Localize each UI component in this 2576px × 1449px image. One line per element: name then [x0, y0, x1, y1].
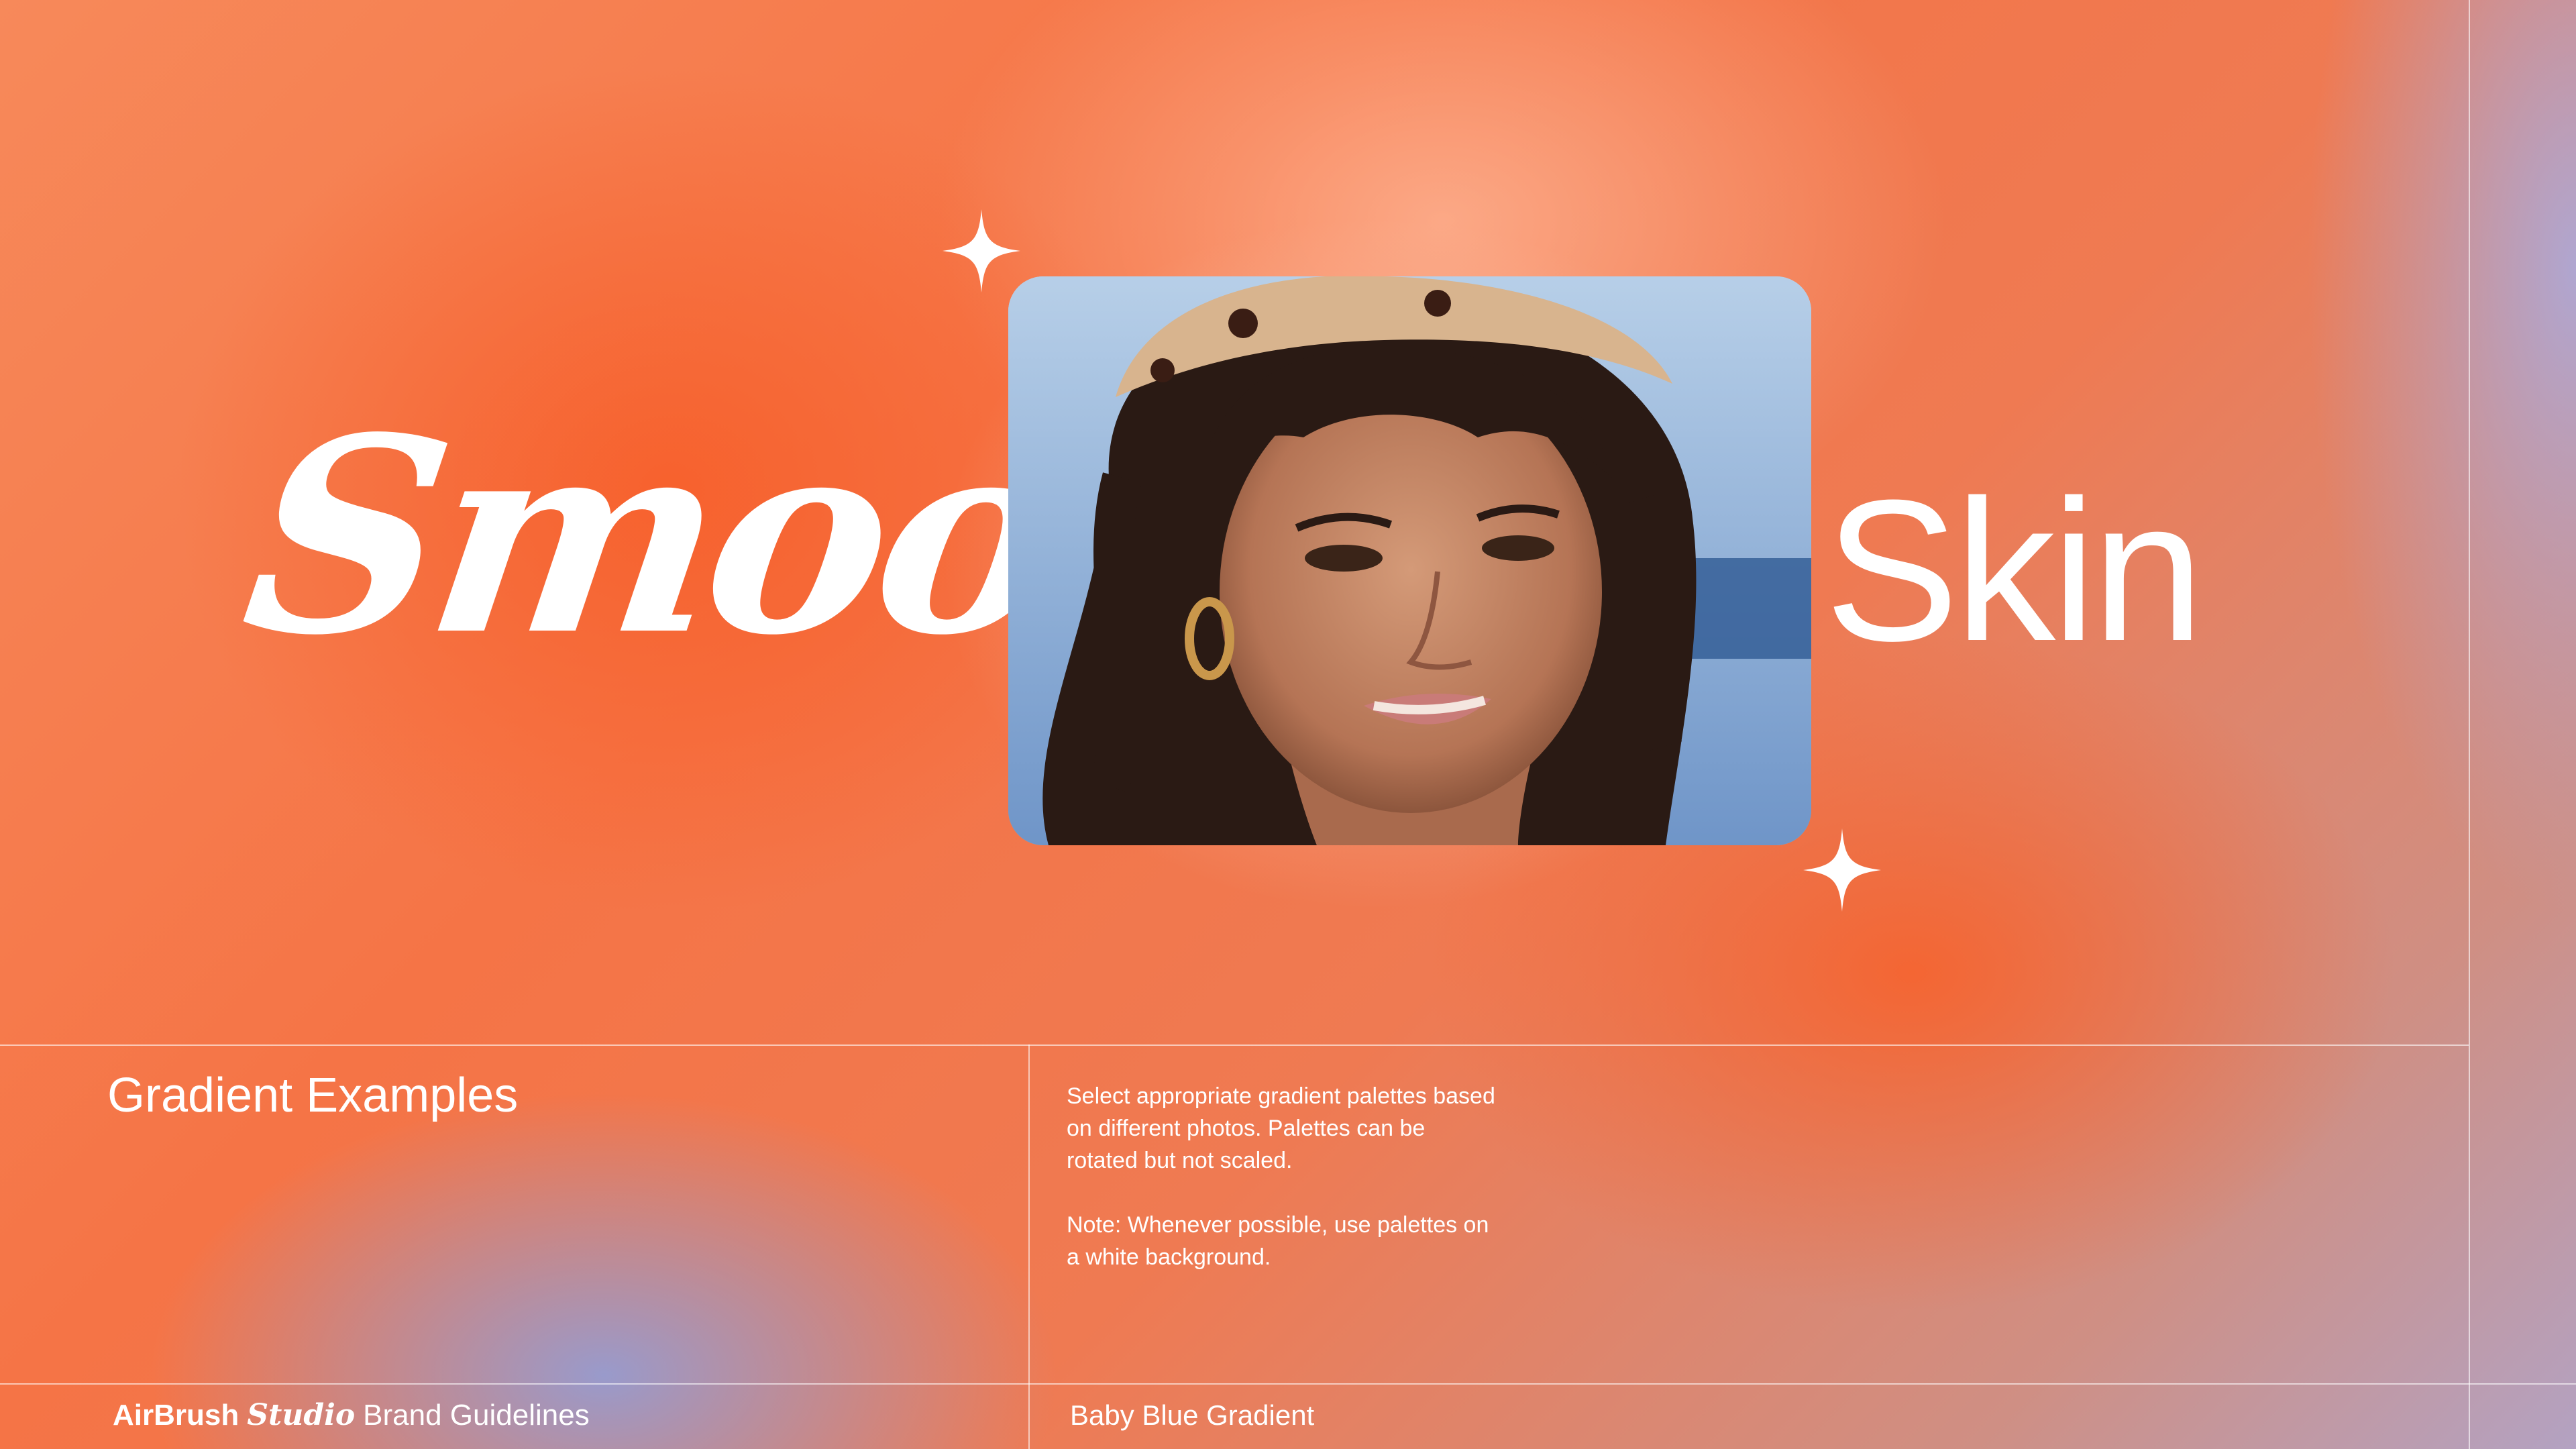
- description-paragraph: Select appropriate gradient palettes bas…: [1067, 1083, 1495, 1173]
- brand-name: AirBrush: [113, 1399, 239, 1432]
- hero-portrait-photo: [1008, 276, 1811, 845]
- brand-script: Studio: [247, 1398, 356, 1432]
- divider-vertical-left: [1028, 1044, 1030, 1449]
- divider-horizontal-top: [0, 1044, 2469, 1046]
- brand-suffix: Brand Guidelines: [363, 1399, 590, 1432]
- section-description: Select appropriate gradient palettes bas…: [1067, 1080, 1496, 1305]
- description-note: Note: Whenever possible, use palettes on…: [1067, 1212, 1489, 1270]
- footer-brand: AirBrush Studio Brand Guidelines: [113, 1397, 590, 1434]
- section-title: Gradient Examples: [107, 1069, 519, 1122]
- hero-word-skin: Skin: [1825, 458, 2204, 683]
- divider-horizontal-bottom: [0, 1383, 2576, 1385]
- divider-vertical-right: [2469, 0, 2470, 1449]
- sparkle-icon: [943, 209, 1020, 292]
- gradient-label: Baby Blue Gradient: [1070, 1399, 1315, 1431]
- sparkle-icon: [1803, 828, 1881, 912]
